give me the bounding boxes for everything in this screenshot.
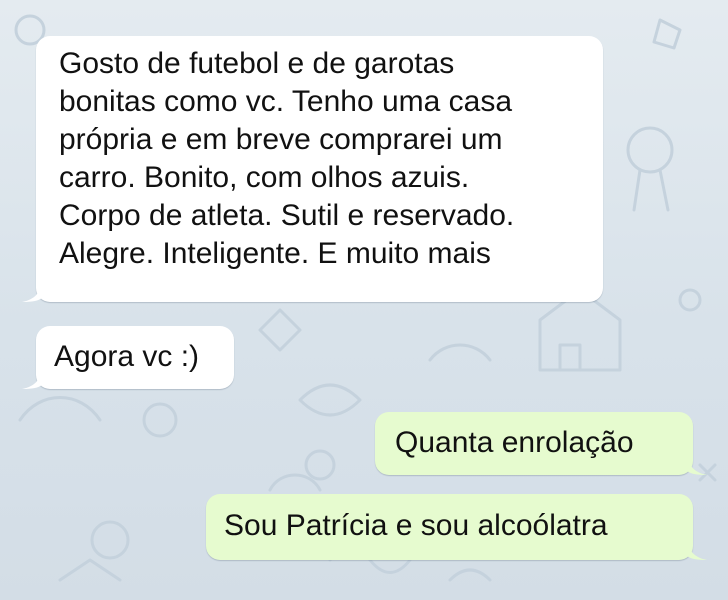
- bubble-tail: [22, 280, 42, 302]
- message-text: Sou Patrícia e sou alcoólatra: [224, 509, 608, 542]
- message-text: Agora vc :): [54, 340, 200, 373]
- message-text: Quanta enrolação: [395, 426, 634, 459]
- message-text: Gosto de futebol e de garotas bonitas co…: [59, 47, 515, 270]
- bubble-tail: [22, 367, 42, 389]
- outgoing-message-bubble[interactable]: Quanta enrolação: [375, 412, 707, 475]
- outgoing-message-bubble[interactable]: Sou Patrícia e sou alcoólatra: [206, 494, 707, 560]
- incoming-message-bubble[interactable]: Gosto de futebol e de garotas bonitas co…: [22, 36, 603, 302]
- bubble-tail: [687, 453, 707, 475]
- incoming-message-bubble[interactable]: Agora vc :): [22, 326, 234, 389]
- bubble-tail: [687, 538, 707, 560]
